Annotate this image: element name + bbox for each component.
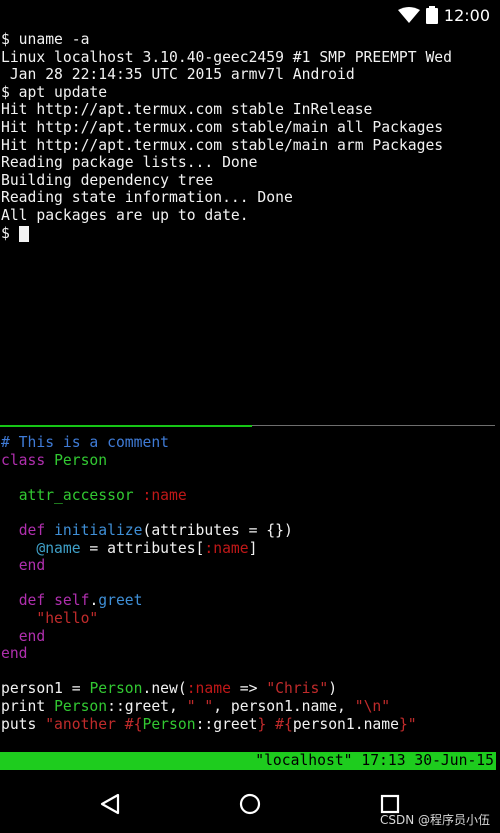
terminal-line: Reading state information... Done — [1, 189, 293, 207]
watermark: CSDN @程序员小伍 — [379, 813, 490, 827]
terminal-line: Building dependency tree — [1, 171, 214, 189]
code-comment: # This is a comment — [1, 434, 170, 451]
status-bar: 12:00 — [0, 0, 500, 30]
terminal-line: Linux localhost 3.10.40-geec2459 #1 SMP … — [1, 48, 452, 66]
code-text: (attributes = {}) — [142, 521, 293, 539]
code-keyword: def — [18, 592, 46, 610]
code-string: "another #{ — [45, 715, 143, 733]
code-text: => — [230, 680, 267, 698]
code-line: end — [1, 645, 500, 663]
battery-icon — [425, 6, 438, 24]
code-line: attr_accessor :name — [1, 487, 500, 505]
code-keyword: def — [18, 521, 46, 539]
code-text: person1.name — [292, 715, 399, 733]
code-string: " " — [186, 697, 214, 715]
code-text: ) — [328, 680, 338, 698]
code-string: }" — [398, 715, 417, 733]
code-text: ::greet — [195, 715, 258, 733]
code-line: person1 = Person.new(:name => "Chris") — [1, 680, 500, 698]
code-constant: Person — [54, 451, 108, 469]
terminal-line: All packages are up to date. — [1, 206, 249, 224]
code-line: end — [1, 557, 500, 575]
code-text: puts — [1, 715, 46, 733]
terminal-line: Jan 28 22:14:35 UTC 2015 armv7l Android — [1, 66, 355, 84]
code-symbol: :name — [186, 680, 231, 698]
code-pane[interactable]: # This is a comment class Person attr_ac… — [0, 434, 500, 752]
tmux-status-bar: [0] 0:bash* "localhost" 17:13 30-Jun-15 — [0, 752, 496, 787]
code-line: end — [1, 628, 500, 646]
code-method: attr_accessor — [18, 486, 134, 504]
code-line: class Person — [1, 452, 500, 470]
code-text: ] — [248, 539, 258, 557]
home-icon[interactable] — [235, 789, 265, 819]
code-text: . — [89, 592, 99, 610]
code-line: def self.greet — [1, 592, 500, 610]
code-string: } #{ — [257, 715, 293, 733]
code-symbol: :name — [142, 486, 187, 504]
terminal-cursor — [18, 225, 29, 242]
back-icon[interactable] — [95, 789, 125, 819]
code-constant: Person — [54, 697, 108, 715]
code-keyword: end — [18, 557, 46, 575]
code-text: , person1.name, — [213, 697, 355, 715]
terminal-pane-top[interactable]: $ uname -a Linux localhost 3.10.40-geec2… — [0, 31, 500, 423]
code-text: print — [1, 697, 55, 715]
code-text: person1 = — [1, 680, 90, 698]
code-text: ::greet, — [107, 697, 187, 715]
tmux-host-clock: "localhost" 17:13 30-Jun-15 — [255, 752, 494, 769]
terminal-line: Hit http://apt.termux.com stable/main al… — [1, 118, 444, 136]
code-line: "hello" — [1, 610, 500, 628]
prompt-symbol: $ — [1, 224, 19, 242]
code-constant: Person — [142, 715, 196, 733]
terminal-line: Reading package lists... Done — [1, 154, 258, 172]
code-constant: Person — [89, 680, 143, 698]
code-text: .new( — [142, 680, 187, 698]
code-string: "Chris" — [266, 680, 329, 698]
code-keyword: self — [54, 592, 90, 610]
code-line: print Person::greet, " ", person1.name, … — [1, 698, 500, 716]
navigation-bar: CSDN @程序员小伍 — [0, 775, 500, 833]
code-string: "\n" — [354, 697, 391, 715]
wifi-icon — [397, 7, 420, 23]
terminal-prompt-line[interactable]: $ — [1, 225, 500, 243]
terminal-line: Hit http://apt.termux.com stable/main ar… — [1, 136, 444, 154]
code-symbol: :name — [204, 539, 249, 557]
terminal-line: $ apt update — [1, 83, 108, 101]
code-keyword: end — [18, 627, 46, 645]
code-method-name: greet — [98, 592, 143, 610]
code-line: @name = attributes[:name] — [1, 540, 500, 558]
code-line: # This is a comment — [1, 434, 500, 452]
terminal-line: Hit http://apt.termux.com stable InRelea… — [1, 101, 373, 119]
code-keyword: end — [1, 645, 28, 663]
code-line: def initialize(attributes = {}) — [1, 522, 500, 540]
status-time: 12:00 — [443, 5, 490, 25]
code-string: "hello" — [36, 609, 99, 627]
code-text: = attributes[ — [80, 539, 205, 557]
code-ivar: @name — [36, 539, 81, 557]
terminal-line: $ uname -a — [1, 31, 90, 48]
code-line: puts "another #{Person::greet} #{person1… — [1, 716, 500, 734]
pane-divider[interactable] — [0, 425, 500, 427]
code-method-name: initialize — [54, 521, 143, 539]
code-keyword: class — [1, 451, 46, 469]
